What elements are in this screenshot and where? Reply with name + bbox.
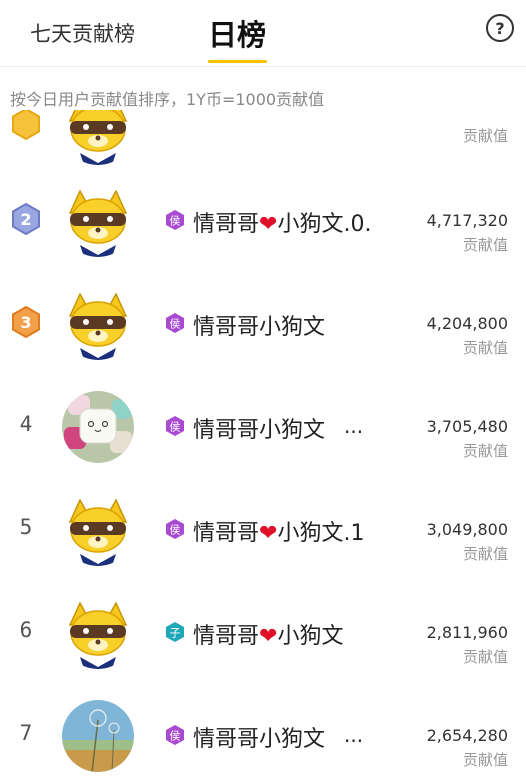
avatar-raccoon-icon	[68, 292, 128, 360]
level-badge-icon: 子	[166, 622, 184, 642]
score-unit: 贡献值	[462, 648, 508, 666]
score-unit: 贡献值	[462, 751, 508, 769]
rank-number: 4	[19, 412, 33, 436]
avatar-dandelion-icon	[62, 700, 134, 772]
tab-seven-day[interactable]: 七天贡献榜	[30, 0, 135, 66]
rank-number: 6	[19, 618, 33, 642]
user-name: 情哥哥❤小狗文.1	[193, 521, 365, 546]
ranking-description: 按今日用户贡献值排序，1Y币=1000贡献值	[10, 90, 325, 109]
contribution-score: 2,654,280	[426, 726, 508, 745]
user-name: 情哥哥❤小狗文	[193, 624, 344, 649]
svg-text:侯: 侯	[170, 317, 181, 331]
ranking-row[interactable]: 3 侯 情哥哥小狗文 4,204,800 贡献值	[0, 271, 526, 374]
rank-number: 5	[19, 515, 33, 539]
score-unit: 贡献值	[462, 339, 508, 357]
level-badge-icon: 侯	[166, 313, 184, 333]
level-badge-icon: 侯	[166, 416, 184, 436]
avatar-raccoon-icon	[68, 189, 128, 257]
contribution-score: 4,204,800	[426, 314, 508, 333]
name-ellipsis: ...	[344, 414, 364, 438]
ranking-row[interactable]: 5 侯 情哥哥❤小狗文.1 3,049,800 贡献值	[0, 477, 526, 580]
level-badge-icon: 侯	[166, 210, 184, 230]
avatar-raccoon-icon	[68, 498, 128, 566]
heart-icon: ❤	[259, 624, 278, 649]
avatar-raccoon-icon	[68, 601, 128, 669]
ranking-row-partial[interactable]: 贡献值	[0, 110, 526, 165]
heart-icon: ❤	[259, 212, 278, 237]
rank-badge-bronze-icon: 3	[12, 306, 40, 338]
user-name: 情哥哥小狗文	[193, 727, 326, 752]
active-tab-indicator	[208, 60, 267, 63]
level-badge-icon: 侯	[166, 519, 184, 539]
score-unit: 贡献值	[462, 545, 508, 563]
ranking-row[interactable]: 2 侯 情哥哥❤小狗文.0. 4,717,320 贡献值	[0, 168, 526, 271]
name-ellipsis: ...	[344, 723, 364, 747]
ranking-row[interactable]: 7 侯 情哥哥小狗文 ... 2,654,280 贡献值	[0, 683, 526, 779]
svg-text:侯: 侯	[170, 523, 181, 537]
rank-number: 7	[19, 721, 33, 745]
score-unit: 贡献值	[462, 236, 508, 254]
rank-badge-gold-icon	[12, 110, 40, 140]
contribution-score: 2,811,960	[426, 623, 508, 642]
contribution-score: 3,049,800	[426, 520, 508, 539]
svg-text:3: 3	[20, 313, 31, 332]
tab-bar: 七天贡献榜 日榜 ?	[0, 0, 526, 67]
svg-text:2: 2	[20, 210, 31, 229]
contribution-score: 4,717,320	[426, 211, 508, 230]
rank-badge-silver-icon: 2	[12, 203, 40, 235]
score-unit: 贡献值	[462, 127, 508, 145]
svg-text:侯: 侯	[170, 420, 181, 434]
divider	[0, 66, 526, 67]
ranking-row[interactable]: 6 子 情哥哥❤小狗文 2,811,960 贡献值	[0, 580, 526, 683]
ranking-list[interactable]: 贡献值 2 侯 情哥哥❤小狗文.0. 4,717,320 贡献值 3 侯 情哥哥…	[0, 110, 526, 779]
contribution-score: 3,705,480	[426, 417, 508, 436]
help-icon[interactable]: ?	[486, 14, 514, 42]
score-unit: 贡献值	[462, 442, 508, 460]
svg-text:侯: 侯	[170, 214, 181, 228]
user-name: 情哥哥小狗文	[193, 315, 326, 340]
user-name: 情哥哥小狗文	[193, 418, 326, 443]
user-name: 情哥哥❤小狗文.0.	[193, 212, 372, 237]
avatar-marshmallow-icon	[62, 391, 134, 463]
heart-icon: ❤	[259, 521, 278, 546]
svg-text:侯: 侯	[170, 729, 181, 743]
level-badge-icon: 侯	[166, 725, 184, 745]
ranking-row[interactable]: 4 侯 情哥哥小狗文 ... 3,705,480 贡献值	[0, 374, 526, 477]
svg-text:子: 子	[170, 627, 181, 640]
tab-daily[interactable]: 日榜	[208, 0, 266, 66]
avatar-raccoon-icon	[68, 110, 128, 165]
